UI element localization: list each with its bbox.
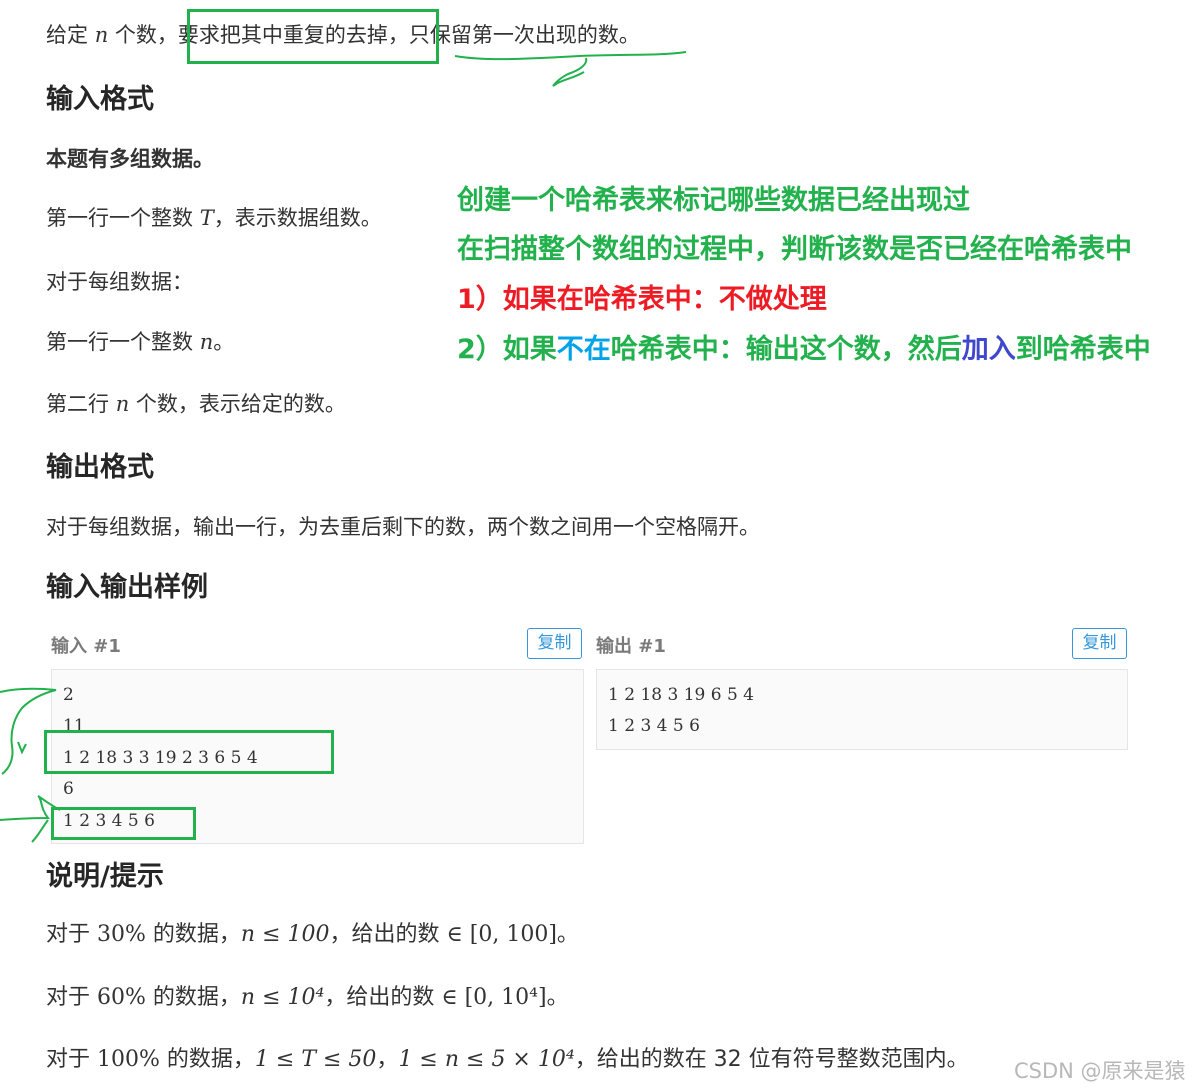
text: 。	[556, 922, 579, 947]
hint-line: 对于 100% 的数据，1 ≤ T ≤ 50，1 ≤ n ≤ 5 × 10⁴，给…	[46, 1045, 969, 1075]
math-text: 100%	[97, 1047, 160, 1072]
math-text: 1 ≤ n ≤ 5 × 10⁴	[398, 1047, 575, 1072]
text: 。	[546, 985, 569, 1010]
math-text: 60%	[97, 985, 146, 1010]
text: 的数据，	[145, 922, 241, 947]
text: ，给出的数在 32 位有符号整数范围内。	[574, 1047, 969, 1072]
text: 的数据，	[145, 985, 241, 1010]
text: 的数据，	[159, 1047, 255, 1072]
math-text: ∈ [0, 10⁴]	[441, 985, 547, 1010]
watermark: CSDN @原来是猿	[1014, 1059, 1186, 1083]
math-text: n ≤ 100	[240, 922, 330, 947]
text: 对于	[46, 922, 97, 947]
math-text: ∈ [0, 100]	[446, 922, 557, 947]
math-text: n ≤ 10⁴	[240, 985, 325, 1010]
text: ，	[376, 1047, 399, 1072]
math-text: 30%	[97, 922, 146, 947]
text: ，给出的数	[324, 985, 442, 1010]
hint-line: 对于 30% 的数据，n ≤ 100，给出的数 ∈ [0, 100]。	[46, 920, 579, 950]
math-text: 1 ≤ T ≤ 50	[254, 1047, 377, 1072]
hints-heading: 说明/提示	[46, 861, 164, 892]
text: 对于	[46, 1047, 97, 1072]
text: ，给出的数	[329, 922, 447, 947]
hint-line: 对于 60% 的数据，n ≤ 10⁴，给出的数 ∈ [0, 10⁴]。	[46, 983, 569, 1013]
text: 对于	[46, 985, 97, 1010]
